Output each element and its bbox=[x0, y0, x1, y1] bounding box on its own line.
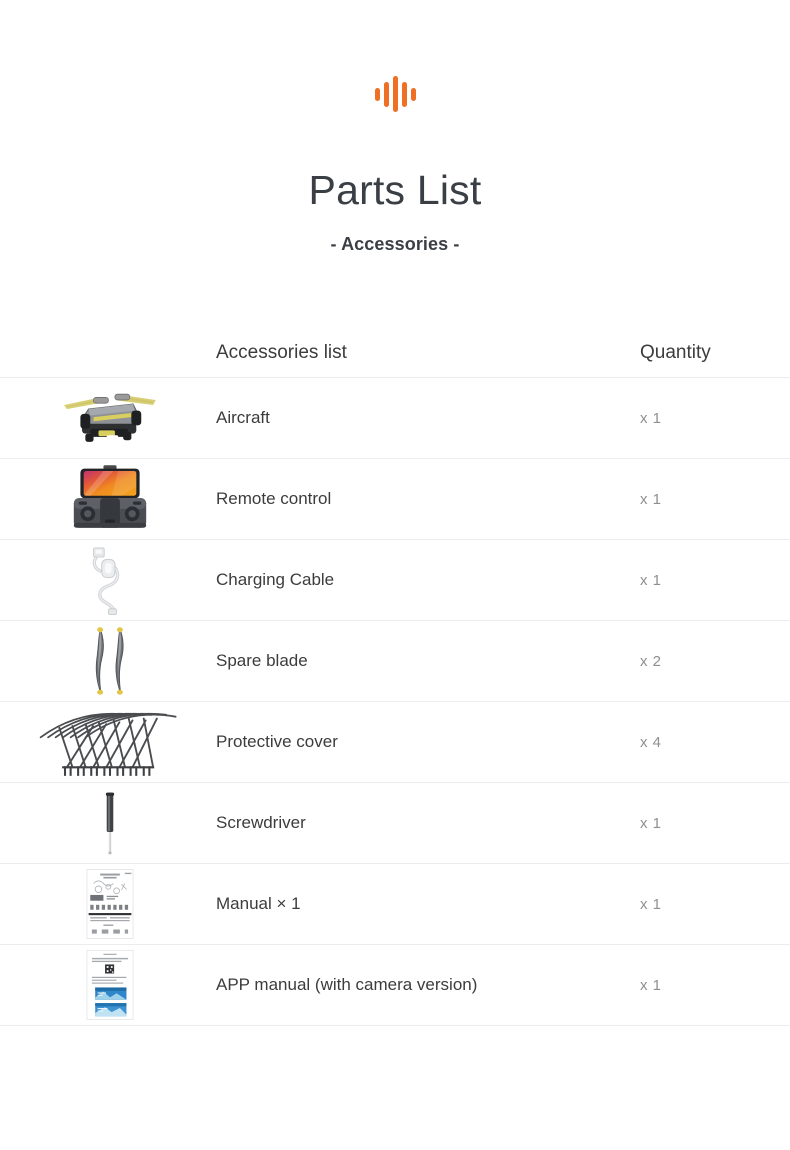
waveform-bar-1 bbox=[374, 87, 380, 101]
table-row: Aircraft x 1 bbox=[0, 378, 790, 460]
part-quantity: x 2 bbox=[640, 652, 662, 670]
app-manual-icon bbox=[86, 950, 134, 1020]
table-row: APP manual (with camera version) x 1 bbox=[0, 945, 790, 1027]
column-header-quantity: Quantity bbox=[640, 342, 711, 364]
table-header-row: Accessories list Quantity bbox=[0, 329, 790, 379]
part-quantity: x 1 bbox=[640, 814, 662, 832]
column-header-accessories-list: Accessories list bbox=[216, 342, 347, 364]
manual-booklet-icon bbox=[86, 869, 134, 939]
part-name: Remote control bbox=[216, 489, 332, 509]
part-name: Spare blade bbox=[216, 651, 308, 671]
charging-cable-icon bbox=[92, 547, 120, 615]
part-name: Aircraft bbox=[216, 408, 270, 428]
screwdriver-icon bbox=[105, 792, 115, 855]
table-row: Remote control x 1 bbox=[0, 459, 790, 541]
part-name: Charging Cable bbox=[216, 570, 335, 590]
part-quantity: x 4 bbox=[640, 733, 662, 751]
waveform-bar-5 bbox=[410, 87, 416, 101]
part-thumbnail-cell bbox=[0, 783, 216, 863]
waveform-bar-4 bbox=[401, 81, 407, 107]
table-row: Charging Cable x 1 bbox=[0, 540, 790, 622]
protective-cover-icon bbox=[39, 712, 177, 776]
page-title: Parts List bbox=[308, 167, 482, 213]
table-row: Protective cover x 4 bbox=[0, 702, 790, 784]
waveform-bar-3 bbox=[392, 76, 398, 112]
part-thumbnail-cell bbox=[0, 864, 216, 944]
table-row: Manual × 1 x 1 bbox=[0, 864, 790, 946]
part-thumbnail-cell bbox=[0, 459, 216, 539]
part-name: Protective cover bbox=[216, 732, 338, 752]
waveform-bar-2 bbox=[383, 81, 389, 107]
waveform-bars-icon bbox=[374, 74, 416, 114]
part-name: Screwdriver bbox=[216, 813, 306, 833]
drone-aircraft-icon bbox=[64, 393, 156, 442]
spare-blade-icon bbox=[95, 627, 124, 695]
part-quantity: x 1 bbox=[640, 409, 662, 427]
remote-control-icon bbox=[73, 465, 147, 528]
part-thumbnail-cell bbox=[0, 378, 216, 458]
part-name: Manual × 1 bbox=[216, 894, 301, 914]
table-row: Spare blade x 2 bbox=[0, 621, 790, 703]
parts-list-table: Accessories list Quantity Aircraft x 1 R… bbox=[0, 329, 790, 1027]
part-thumbnail-cell bbox=[0, 945, 216, 1025]
page-subtitle: - Accessories - bbox=[330, 234, 460, 255]
part-quantity: x 1 bbox=[640, 490, 662, 508]
part-quantity: x 1 bbox=[640, 895, 662, 913]
part-thumbnail-cell bbox=[0, 540, 216, 620]
part-name: APP manual (with camera version) bbox=[216, 975, 478, 995]
part-thumbnail-cell bbox=[0, 621, 216, 701]
table-row: Screwdriver x 1 bbox=[0, 783, 790, 865]
brand-logo bbox=[0, 68, 790, 114]
part-thumbnail-cell bbox=[0, 702, 216, 782]
part-quantity: x 1 bbox=[640, 571, 662, 589]
part-quantity: x 1 bbox=[640, 976, 662, 994]
